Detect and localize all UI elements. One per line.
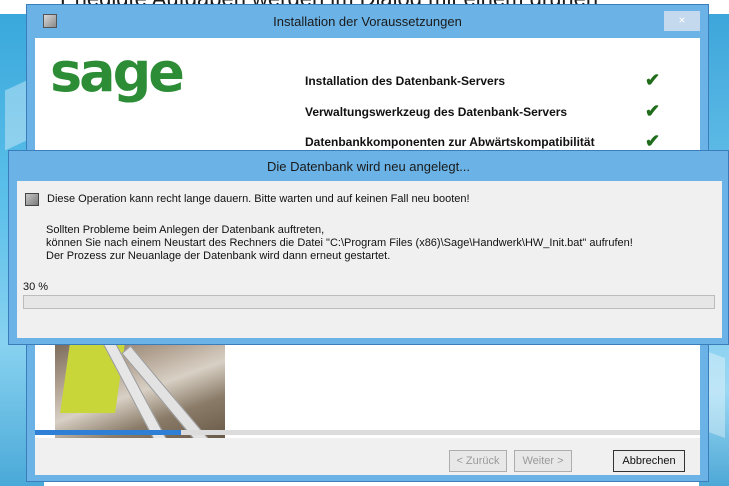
computer-icon [25,193,39,206]
installer-title-bar[interactable]: Installation der Voraussetzungen × [27,5,708,37]
dialog-info-line: Sollten Probleme beim Anlegen der Datenb… [46,224,325,236]
check-icon: ✔ [645,131,661,151]
check-icon: ✔ [645,101,661,121]
cancel-button[interactable]: Abbrechen [613,450,685,472]
installer-window-title: Installation der Voraussetzungen [273,14,462,29]
dialog-info-line: Der Prozess zur Neuanlage der Datenbank … [46,250,391,262]
next-button[interactable]: Weiter > [514,450,572,472]
installer-progress-fill [35,430,182,435]
dialog-warning-text: Diese Operation kann recht lange dauern.… [47,193,470,205]
requirement-label-legacy-components: Datenbankkomponenten zur Abwärtskompatib… [305,135,595,149]
sage-logo: sage [50,41,185,104]
close-button[interactable]: × [664,11,700,31]
database-dialog: Die Datenbank wird neu angelegt... Diese… [8,150,729,345]
check-icon: ✔ [645,70,661,90]
back-button[interactable]: < Zurück [449,450,507,472]
installer-button-bar: < Zurück Weiter > Abbrechen [35,438,700,475]
requirement-label-db-server: Installation des Datenbank-Servers [305,74,506,88]
dialog-progress-bar [23,295,715,309]
dialog-title: Die Datenbank wird neu angelegt... [266,159,471,174]
dialog-content: Diese Operation kann recht lange dauern.… [17,181,722,338]
progress-percent-label: 30 % [23,281,49,293]
requirement-label-admin-tool: Verwaltungswerkzeug des Datenbank-Server… [305,105,568,119]
dialog-progress-fill [24,296,231,308]
installer-progress-bar [35,430,700,435]
dialog-info-line: können Sie nach einem Neustart des Rechn… [46,237,633,249]
